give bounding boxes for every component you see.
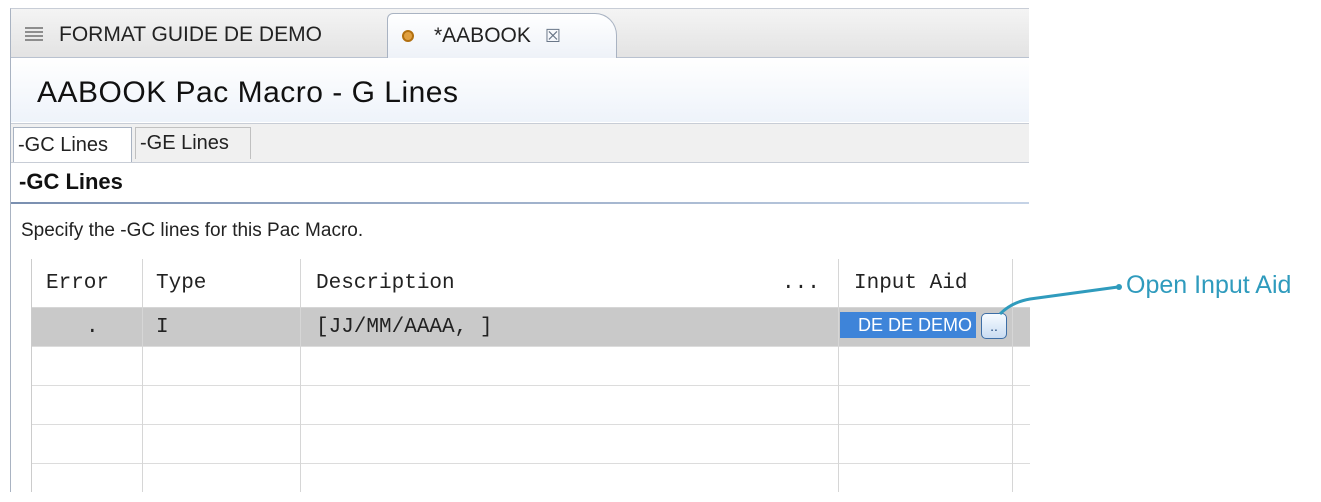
column-divider — [838, 259, 839, 492]
table-row[interactable]: . I [JJ/MM/AAAA, ] DE DE DEMO .. — [32, 308, 1030, 347]
table-row[interactable] — [32, 464, 1030, 502]
table-row[interactable] — [32, 386, 1030, 425]
column-divider — [142, 259, 143, 492]
tab-ge-lines[interactable]: -GE Lines — [135, 127, 251, 159]
table-row[interactable] — [32, 425, 1030, 464]
gc-lines-table: Error Type Description ... Input Aid . I… — [31, 259, 1030, 492]
section-title: -GC Lines — [19, 169, 123, 194]
table-header: Error Type Description ... Input Aid — [32, 259, 1030, 308]
sub-tab-bar: -GC Lines -GE Lines — [11, 123, 1029, 163]
column-divider — [1012, 259, 1013, 492]
cell-description: [JJ/MM/AAAA, ] — [316, 316, 493, 339]
column-header-error[interactable]: Error — [46, 272, 109, 295]
column-header-input-aid[interactable]: Input Aid — [854, 272, 967, 295]
title-area: AABOOK Pac Macro - G Lines — [11, 58, 1029, 122]
cell-type: I — [156, 316, 169, 339]
tab-gc-lines[interactable]: -GC Lines — [13, 127, 132, 162]
column-header-ellipsis: ... — [782, 272, 820, 295]
tab-format-guide[interactable]: FORMAT GUIDE DE DEMO — [11, 13, 381, 57]
close-icon[interactable]: ☒ — [545, 26, 561, 47]
section-description: Specify the -GC lines for this Pac Macro… — [21, 220, 364, 241]
editor-frame: FORMAT GUIDE DE DEMO *AABOOK ☒ AABOOK Pa… — [10, 8, 1030, 492]
column-header-type[interactable]: Type — [156, 272, 206, 295]
section-divider — [11, 202, 1029, 204]
table-row[interactable] — [32, 347, 1030, 386]
column-header-description[interactable]: Description — [316, 272, 455, 295]
page-title: AABOOK Pac Macro - G Lines — [37, 76, 459, 109]
editor-tab-bar: FORMAT GUIDE DE DEMO *AABOOK ☒ — [11, 9, 1029, 58]
column-divider — [300, 259, 301, 492]
callout-dot — [1116, 284, 1122, 290]
callout-label: Open Input Aid — [1126, 271, 1292, 299]
gear-icon — [402, 30, 414, 42]
input-aid-field[interactable]: DE DE DEMO — [840, 312, 976, 338]
cell-error: . — [86, 316, 99, 339]
tab-label: *AABOOK — [434, 24, 531, 47]
document-icon — [25, 27, 43, 43]
tab-aabook[interactable]: *AABOOK ☒ — [387, 13, 617, 58]
tab-label: FORMAT GUIDE DE DEMO — [59, 23, 322, 46]
open-input-aid-button[interactable]: .. — [981, 313, 1007, 339]
